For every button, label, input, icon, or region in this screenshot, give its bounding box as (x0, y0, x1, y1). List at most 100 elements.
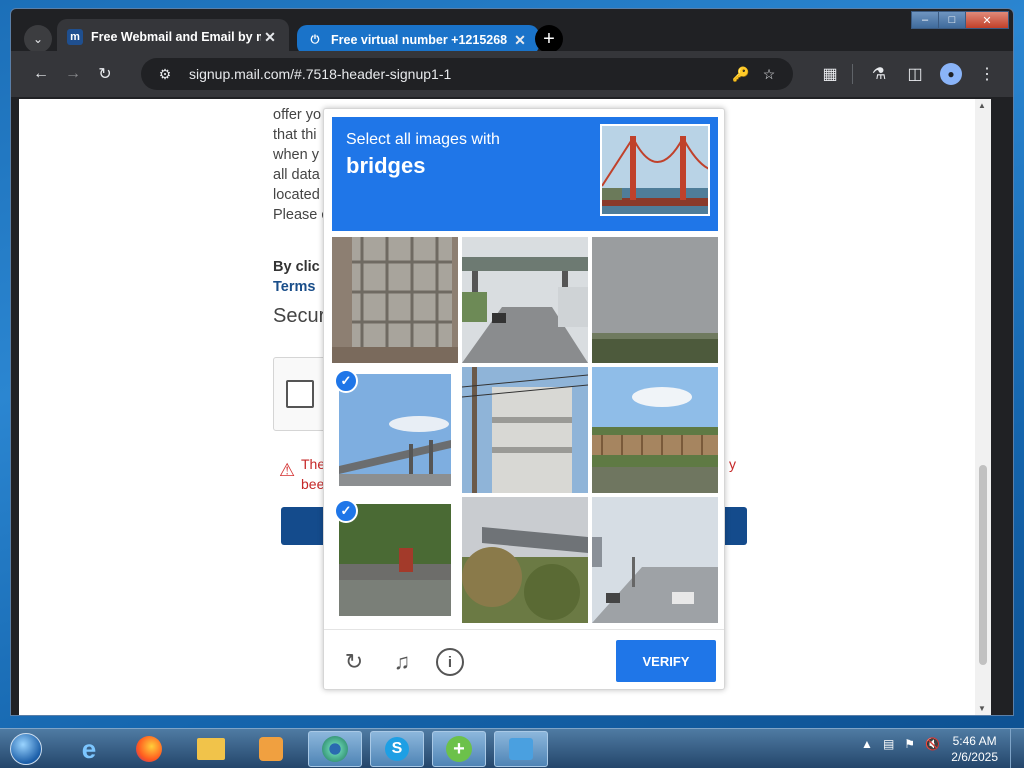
side-panel-icon: ◫ (907, 66, 923, 83)
agree-text: By clic Terms (273, 257, 320, 297)
scrollbar-thumb[interactable] (979, 465, 987, 665)
headphones-icon[interactable]: ♫ (388, 648, 416, 676)
mail-com-favicon-icon: m (67, 29, 83, 45)
menu-button[interactable]: ⋮ (971, 58, 1003, 90)
agree-prefix: By clic (273, 259, 320, 275)
extensions-button[interactable]: ▦ (814, 58, 846, 90)
terms-link[interactable]: Terms (273, 277, 320, 297)
refresh-icon[interactable]: ↻ (340, 648, 368, 676)
start-button[interactable] (6, 731, 46, 767)
captcha-checkbox[interactable] (286, 380, 314, 408)
arrow-right-icon: → (65, 65, 81, 82)
warning-line: The (301, 456, 326, 472)
more-vert-icon: ⋮ (979, 66, 995, 83)
tile-image (462, 497, 588, 623)
check-icon: ✓ (334, 499, 358, 523)
example-image (600, 124, 710, 216)
grid-tile[interactable]: ✓ (332, 497, 458, 623)
challenge-header: Select all images with bridges (332, 117, 718, 231)
grid-tile[interactable] (462, 237, 588, 363)
star-icon[interactable]: ☆ (755, 66, 783, 83)
warning-text: The bee (301, 454, 325, 494)
tile-image (462, 367, 588, 493)
tile-image (592, 237, 718, 363)
warning-icon: ⚠ (279, 460, 296, 480)
grid-tile[interactable] (462, 497, 588, 623)
tab-search-button[interactable]: ⌄ (24, 25, 52, 53)
arrow-left-icon: ← (33, 65, 49, 82)
info-icon[interactable]: i (436, 648, 464, 676)
contacts-icon[interactable] (494, 731, 548, 767)
grid-tile[interactable] (592, 237, 718, 363)
image-grid: ✓ ✓ (332, 237, 718, 623)
grid-tile[interactable] (592, 367, 718, 493)
labs-button[interactable]: ⚗ (863, 58, 895, 90)
side-panel-button[interactable]: ◫ (899, 58, 931, 90)
clock-date: 2/6/2025 (951, 750, 998, 764)
tile-image (592, 367, 718, 493)
tab-title: Free Webmail and Email by mail.com (91, 30, 261, 44)
tile-image (339, 504, 451, 616)
warning-tail: y (729, 456, 736, 472)
grid-tile[interactable] (592, 497, 718, 623)
system-tray: ▲ ▤ ⚑ 🔇 (851, 737, 940, 751)
grid-tile[interactable] (462, 367, 588, 493)
media-player-icon[interactable] (244, 731, 298, 767)
flask-icon: ⚗ (871, 66, 887, 83)
scroll-down-icon[interactable]: ▼ (978, 704, 986, 713)
add-app-icon[interactable]: + (432, 731, 486, 767)
windows-logo-icon (10, 733, 42, 765)
challenge-prompt: Select all images with (346, 131, 500, 148)
close-icon[interactable]: ✕ (511, 32, 529, 49)
tile-image (592, 497, 718, 623)
tab-mail[interactable]: m Free Webmail and Email by mail.com ✕ (57, 19, 289, 55)
reload-icon: ↻ (98, 66, 112, 83)
back-button[interactable]: ← (25, 58, 57, 90)
flag-icon[interactable]: ⚑ (904, 737, 915, 751)
grid-tile[interactable] (332, 237, 458, 363)
forward-button[interactable]: → (57, 58, 89, 90)
taskbar: e S + ▲ ▤ ⚑ 🔇 5:46 AM 2/6/2025 (0, 728, 1024, 768)
tile-image (332, 237, 458, 363)
toolbar-actions: ▦ ⚗ ◫ ● ⋮ (810, 58, 1003, 90)
volume-muted-icon[interactable]: 🔇 (925, 737, 940, 751)
folder-icon[interactable] (184, 731, 238, 767)
new-tab-button[interactable]: + (535, 25, 563, 53)
captcha-challenge: Select all images with bridges ✓ ✓ ↻ ♫ i… (323, 108, 725, 690)
warning-line: bee (301, 476, 325, 492)
challenge-subject: bridges (346, 153, 426, 178)
ie-icon[interactable]: e (62, 731, 116, 767)
show-desktop-button[interactable] (1010, 729, 1024, 768)
clock[interactable]: 5:46 AM 2/6/2025 (951, 733, 998, 765)
profile-button[interactable]: ● (935, 58, 967, 90)
scroll-up-icon[interactable]: ▲ (978, 101, 986, 110)
url-text: signup.mail.com/#.7518-header-signup1-1 (189, 66, 452, 82)
scrollbar[interactable]: ▲ ▼ (975, 99, 991, 715)
tab-strip: ⌄ m Free Webmail and Email by mail.com ✕… (11, 15, 1013, 55)
key-icon[interactable]: 🔑 (727, 66, 755, 83)
address-bar[interactable]: ⚙ signup.mail.com/#.7518-header-signup1-… (141, 58, 793, 90)
tile-image (462, 237, 588, 363)
power-icon: ⏻ (310, 33, 320, 46)
clock-time: 5:46 AM (952, 734, 997, 748)
chrome-taskbar-icon[interactable] (308, 731, 362, 767)
show-hidden-icons-icon[interactable]: ▲ (861, 737, 873, 751)
verify-button[interactable]: VERIFY (616, 640, 716, 682)
check-icon: ✓ (334, 369, 358, 393)
close-icon[interactable]: ✕ (261, 29, 279, 46)
skype-icon[interactable]: S (370, 731, 424, 767)
grid-tile[interactable]: ✓ (332, 367, 458, 493)
security-heading: Secur (273, 305, 326, 327)
avatar-icon: ● (940, 63, 962, 85)
firefox-icon[interactable] (122, 731, 176, 767)
puzzle-icon: ▦ (822, 66, 838, 83)
challenge-footer: ↻ ♫ i VERIFY (324, 629, 724, 689)
network-icon[interactable]: ▤ (883, 737, 894, 751)
chevron-down-icon: ⌄ (32, 32, 44, 46)
reload-button[interactable]: ↻ (89, 58, 121, 90)
divider (852, 64, 853, 84)
tab-title: Free virtual number +1215268 (331, 33, 508, 47)
browser-toolbar: ← → ↻ ⚙ signup.mail.com/#.7518-header-si… (11, 51, 1013, 97)
site-info-icon[interactable]: ⚙ (151, 66, 179, 83)
tile-image (339, 374, 451, 486)
